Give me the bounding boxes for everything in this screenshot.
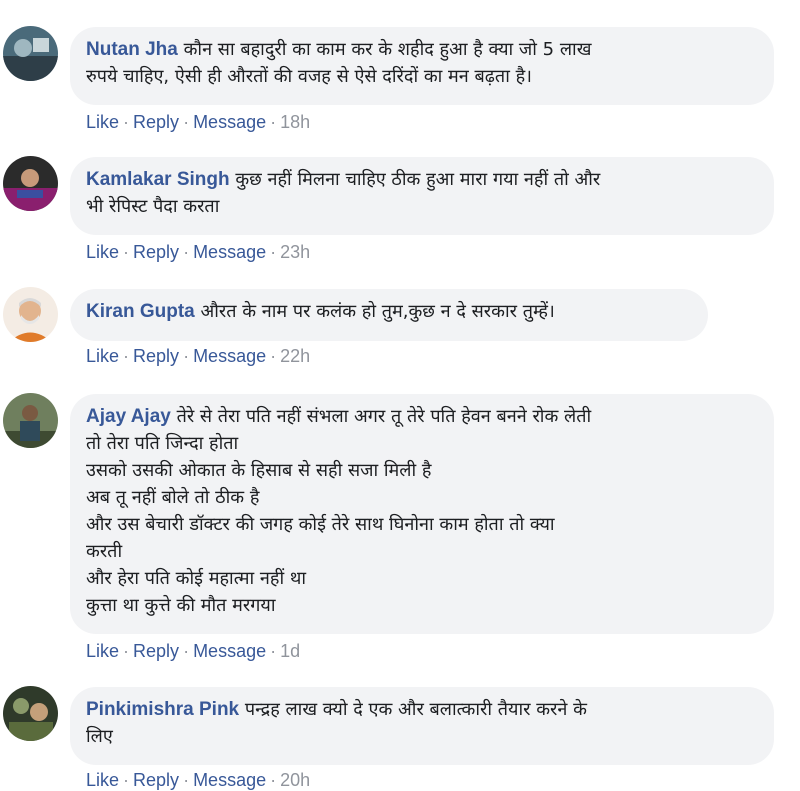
- separator: ·: [183, 346, 190, 366]
- separator: ·: [123, 641, 130, 661]
- reply-link[interactable]: Reply: [133, 641, 179, 661]
- timestamp-link[interactable]: 18h: [280, 112, 310, 132]
- separator: ·: [270, 112, 277, 132]
- user-avatar-icon[interactable]: [3, 393, 58, 448]
- message-link[interactable]: Message: [193, 641, 266, 661]
- separator: ·: [123, 346, 130, 366]
- like-link[interactable]: Like: [86, 112, 119, 132]
- user-avatar-icon[interactable]: [3, 156, 58, 211]
- message-link[interactable]: Message: [193, 770, 266, 790]
- comment-text: तेरे से तेरा पति नहीं संभला अगर तू तेरे …: [86, 406, 592, 616]
- like-link[interactable]: Like: [86, 242, 119, 262]
- like-link[interactable]: Like: [86, 770, 119, 790]
- separator: ·: [123, 242, 130, 262]
- timestamp-link[interactable]: 20h: [280, 770, 310, 790]
- comment-author-link[interactable]: Pinkimishra Pink: [86, 699, 239, 720]
- comment-actions: Like · Reply · Message · 23h: [86, 242, 310, 263]
- comment-actions: Like · Reply · Message · 1d: [86, 641, 300, 662]
- separator: ·: [183, 641, 190, 661]
- separator: ·: [270, 770, 277, 790]
- comment-thread: Nutan Jha कौन सा बहादुरी का काम कर के शह…: [0, 0, 800, 790]
- comment-author-link[interactable]: Nutan Jha: [86, 39, 178, 60]
- comment-bubble: Nutan Jha कौन सा बहादुरी का काम कर के शह…: [70, 27, 774, 105]
- reply-link[interactable]: Reply: [133, 242, 179, 262]
- separator: ·: [123, 770, 130, 790]
- comment-actions: Like · Reply · Message · 22h: [86, 346, 310, 367]
- separator: ·: [270, 346, 277, 366]
- comment-text: औरत के नाम पर कलंक हो तुम,कुछ न दे सरकार…: [200, 301, 555, 322]
- like-link[interactable]: Like: [86, 346, 119, 366]
- timestamp-link[interactable]: 23h: [280, 242, 310, 262]
- comment-author-link[interactable]: Kiran Gupta: [86, 301, 195, 322]
- timestamp-link[interactable]: 22h: [280, 346, 310, 366]
- reply-link[interactable]: Reply: [133, 346, 179, 366]
- reply-link[interactable]: Reply: [133, 112, 179, 132]
- comment-author-link[interactable]: Kamlakar Singh: [86, 169, 230, 190]
- message-link[interactable]: Message: [193, 346, 266, 366]
- separator: ·: [123, 112, 130, 132]
- user-avatar-icon[interactable]: [3, 686, 58, 741]
- separator: ·: [270, 242, 277, 262]
- like-link[interactable]: Like: [86, 641, 119, 661]
- reply-link[interactable]: Reply: [133, 770, 179, 790]
- separator: ·: [183, 770, 190, 790]
- timestamp-link[interactable]: 1d: [280, 641, 300, 661]
- separator: ·: [183, 112, 190, 132]
- user-avatar-icon[interactable]: [3, 287, 58, 342]
- comment-bubble: Kamlakar Singh कुछ नहीं मिलना चाहिए ठीक …: [70, 157, 774, 235]
- user-avatar-icon[interactable]: [3, 26, 58, 81]
- separator: ·: [183, 242, 190, 262]
- comment-bubble: Pinkimishra Pink पन्द्रह लाख क्यो दे एक …: [70, 687, 774, 765]
- comment-bubble: Ajay Ajay तेरे से तेरा पति नहीं संभला अग…: [70, 394, 774, 634]
- comment-bubble: Kiran Gupta औरत के नाम पर कलंक हो तुम,कु…: [70, 289, 708, 341]
- comment-author-link[interactable]: Ajay Ajay: [86, 406, 171, 427]
- message-link[interactable]: Message: [193, 242, 266, 262]
- message-link[interactable]: Message: [193, 112, 266, 132]
- separator: ·: [270, 641, 277, 661]
- comment-actions: Like · Reply · Message · 18h: [86, 112, 310, 133]
